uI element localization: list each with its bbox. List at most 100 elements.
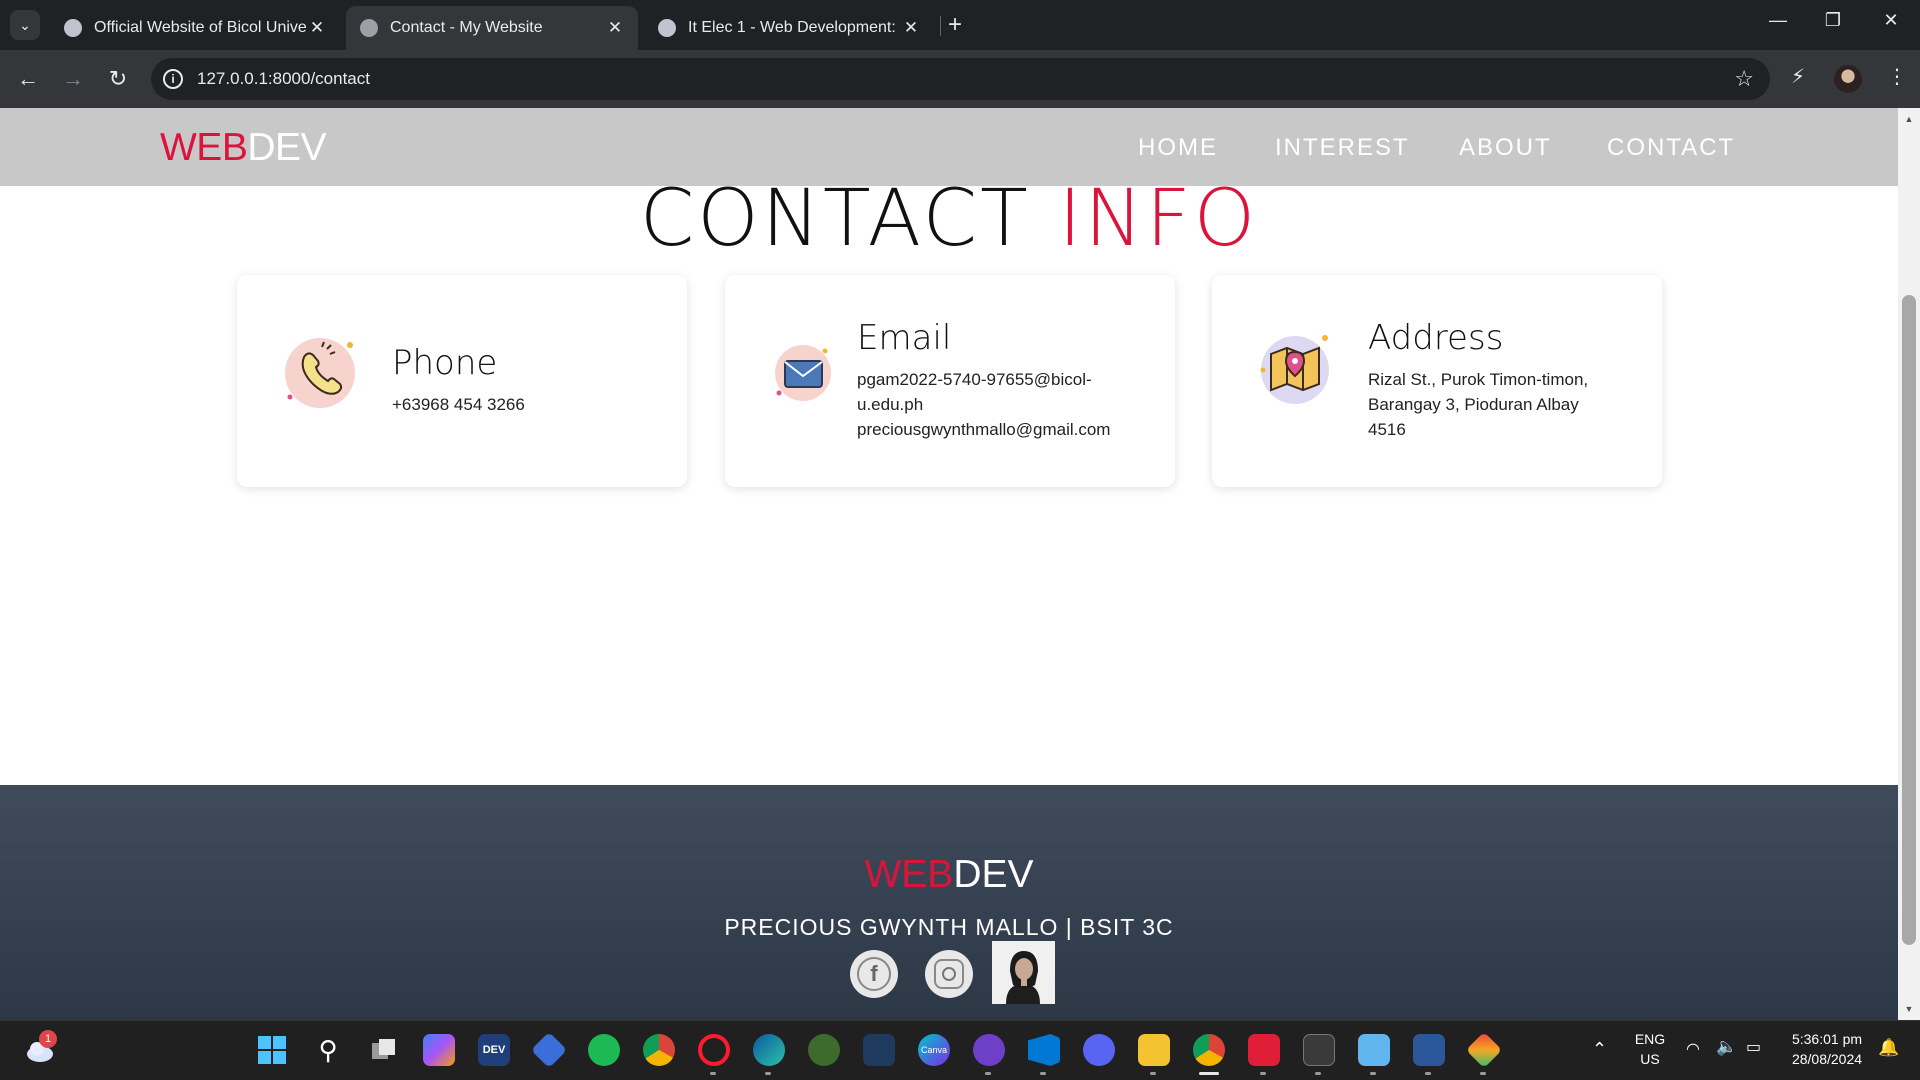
file-explorer-icon[interactable]	[1138, 1034, 1170, 1066]
tab-divider	[940, 16, 941, 36]
reload-icon[interactable]: ↻	[103, 64, 133, 94]
address-card: Address Rizal St., Purok Timon-timon, Ba…	[1212, 275, 1662, 487]
chrome-profile-icon[interactable]	[1193, 1034, 1225, 1066]
github-icon[interactable]	[973, 1034, 1005, 1066]
phone-icon	[282, 333, 360, 411]
address-card-title: Address	[1368, 318, 1504, 358]
forward-arrow-icon[interactable]: →	[58, 64, 88, 94]
notification-bell-icon[interactable]: 🔔	[1878, 1038, 1899, 1058]
phone-number: +63968 454 3266	[392, 395, 525, 414]
instagram-icon[interactable]	[925, 950, 973, 998]
terminal-icon[interactable]	[1303, 1034, 1335, 1066]
footer-subtitle: PRECIOUS GWYNTH MALLO | BSIT 3C	[724, 914, 1174, 940]
running-indicator	[1040, 1072, 1046, 1075]
discord-icon[interactable]	[1083, 1034, 1115, 1066]
running-indicator	[985, 1072, 991, 1075]
title-red-part: INFO	[1058, 174, 1259, 264]
battery-icon[interactable]: ▭	[1746, 1037, 1761, 1057]
nav-about[interactable]: ABOUT	[1459, 134, 1552, 162]
phone-card: Phone +63968 454 3266	[237, 275, 687, 487]
running-indicator	[1315, 1072, 1321, 1075]
tab-it-elec[interactable]: It Elec 1 - Web Development: La ✕	[644, 6, 934, 50]
devhome-icon[interactable]: DEV	[478, 1034, 510, 1066]
site-info-icon[interactable]: i	[163, 69, 183, 89]
close-tab-icon[interactable]: ✕	[900, 18, 922, 38]
windows-start-icon[interactable]	[256, 1034, 288, 1066]
volume-icon[interactable]: 🔈	[1716, 1037, 1737, 1057]
email-card: Email pgam2022-5740-97655@bicol- u.edu.p…	[725, 275, 1175, 487]
minimize-icon[interactable]: —	[1758, 10, 1798, 31]
footer-logo-red-part: WEB	[864, 853, 954, 896]
language-indicator[interactable]: ENG	[1630, 1031, 1670, 1047]
site-navbar: WEBDEV HOME INTEREST ABOUT CONTACT	[0, 108, 1898, 186]
hackerrank-icon[interactable]	[1248, 1034, 1280, 1066]
clock-date[interactable]: 28/08/2024	[1782, 1051, 1872, 1067]
email-envelope-icon	[765, 333, 843, 411]
spotify-icon[interactable]	[588, 1034, 620, 1066]
vscode-icon[interactable]	[1028, 1034, 1060, 1066]
bu-favicon-icon	[64, 19, 82, 37]
site-logo[interactable]: WEBDEV	[160, 126, 327, 170]
tab-title: Official Website of Bicol Univers	[94, 19, 306, 36]
site-footer: WEBDEV PRECIOUS GWYNTH MALLO | BSIT 3C f	[0, 785, 1898, 1020]
phone-card-title: Phone	[392, 343, 498, 383]
page-viewport: WEBDEV HOME INTEREST ABOUT CONTACT CONTA…	[0, 108, 1898, 1020]
mysql-workbench-icon[interactable]	[863, 1034, 895, 1066]
menu-kebab-icon[interactable]: ⋮	[1887, 64, 1907, 89]
browser-tab-strip: ⌄ Official Website of Bicol Univers ✕ Co…	[0, 0, 1920, 50]
new-tab-button[interactable]: +	[948, 12, 962, 38]
bookmark-star-icon[interactable]: ☆	[1734, 66, 1754, 92]
notepad-icon[interactable]	[1358, 1034, 1390, 1066]
nav-interest[interactable]: INTEREST	[1275, 134, 1410, 162]
profile-avatar[interactable]	[1834, 65, 1862, 93]
git-tool-icon[interactable]	[1465, 1031, 1503, 1069]
profile-photo[interactable]	[992, 941, 1055, 1004]
android-studio-icon[interactable]	[808, 1034, 840, 1066]
back-arrow-icon[interactable]: ←	[13, 64, 43, 94]
virtualbox-icon[interactable]	[530, 1031, 568, 1069]
close-window-icon[interactable]: ✕	[1871, 10, 1911, 31]
region-indicator[interactable]: US	[1630, 1051, 1670, 1067]
wifi-icon[interactable]: ◠	[1686, 1039, 1700, 1059]
close-tab-icon[interactable]: ✕	[306, 18, 328, 38]
email-card-title: Email	[857, 318, 952, 358]
tab-bicol-university[interactable]: Official Website of Bicol Univers ✕	[50, 6, 340, 50]
email-line-2: u.edu.ph	[857, 395, 924, 414]
performance-icon[interactable]: ⚡	[1791, 64, 1805, 89]
facebook-icon[interactable]: f	[850, 950, 898, 998]
running-indicator	[1150, 1072, 1156, 1075]
clock-time[interactable]: 5:36:01 pm	[1782, 1031, 1872, 1047]
bu-favicon-icon	[658, 19, 676, 37]
canva-icon[interactable]: Canva	[918, 1034, 950, 1066]
address-bar[interactable]: i 127.0.0.1:8000/contact ☆	[151, 58, 1770, 100]
task-view-icon[interactable]	[368, 1034, 400, 1066]
opera-icon[interactable]	[698, 1034, 730, 1066]
title-dark-part: CONTACT	[639, 174, 1031, 264]
scrollbar-thumb[interactable]	[1902, 295, 1916, 945]
restore-icon[interactable]: ❐	[1813, 10, 1853, 31]
word-icon[interactable]	[1413, 1034, 1445, 1066]
close-tab-icon[interactable]: ✕	[604, 18, 626, 38]
scroll-up-arrow[interactable]: ▲	[1903, 114, 1915, 124]
footer-logo-white-part: DEV	[953, 853, 1034, 896]
chrome-icon[interactable]	[643, 1034, 675, 1066]
nav-contact[interactable]: CONTACT	[1607, 134, 1735, 162]
tab-contact[interactable]: Contact - My Website ✕	[346, 6, 638, 50]
address-line-2: Barangay 3, Pioduran Albay	[1368, 395, 1579, 414]
map-pin-icon	[1257, 330, 1335, 408]
tray-chevron-up-icon[interactable]: ⌃	[1592, 1039, 1607, 1060]
scroll-down-arrow[interactable]: ▼	[1903, 1004, 1915, 1014]
page-title: CONTACT INFO	[0, 174, 1898, 264]
windows-taskbar: 1 ⚲ DEV Canva ⌃ ENG US ◠ 🔈 ▭ 5:36:01 pm …	[0, 1020, 1920, 1080]
running-indicator	[765, 1072, 771, 1075]
address-line-3: 4516	[1368, 420, 1406, 439]
running-indicator	[1370, 1072, 1376, 1075]
tab-title: Contact - My Website	[390, 19, 543, 36]
footer-logo: WEBDEV	[0, 853, 1898, 897]
url-text[interactable]: 127.0.0.1:8000/contact	[197, 69, 370, 89]
nav-home[interactable]: HOME	[1138, 134, 1218, 162]
search-icon[interactable]: ⚲	[312, 1034, 344, 1066]
copilot-icon[interactable]	[423, 1034, 455, 1066]
edge-icon[interactable]	[753, 1034, 785, 1066]
tab-search-button[interactable]: ⌄	[10, 10, 40, 40]
